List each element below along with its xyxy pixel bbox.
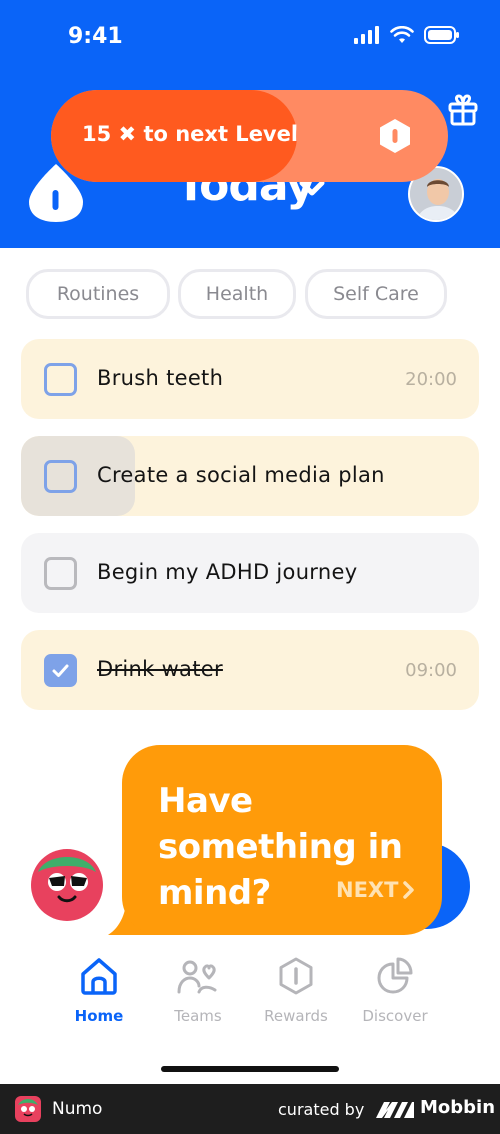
task-checkbox[interactable] [44,363,77,396]
task-item[interactable]: Begin my ADHD journey [21,533,479,613]
nav-teams[interactable]: Teams [150,956,246,1025]
task-label: Drink water [97,657,223,681]
task-time: 20:00 [405,369,457,390]
filter-chip-label: Self Care [333,283,419,305]
mascot-icon [31,849,103,921]
tooltip-next-label: NEXT [336,878,399,902]
tooltip-next-button[interactable]: NEXT [336,878,416,902]
filter-chip-label: Routines [56,283,140,305]
checkmark-icon [52,664,69,677]
task-label: Create a social media plan [97,463,385,487]
home-indicator [161,1066,339,1072]
teams-icon [177,960,217,994]
level-badge-icon [380,119,410,153]
nav-label: Rewards [264,1007,328,1025]
filter-chip-routines[interactable]: Routines [26,269,170,319]
battery-icon [424,26,459,44]
level-progress-bar[interactable]: 15 ✖ to next Level [51,90,448,182]
task-checkbox[interactable] [44,460,77,493]
discover-icon [377,957,413,994]
home-icon [81,958,117,995]
mobbin-logo-icon [376,1102,414,1118]
signal-icon [354,26,379,44]
task-item[interactable]: Brush teeth 20:00 [21,339,479,419]
nav-label: Home [74,1007,124,1025]
footer-bar: Numo curated by Mobbin [0,1084,500,1134]
app-icon [15,1096,41,1122]
nav-label: Discover [362,1007,428,1025]
status-icons [354,26,460,44]
status-time: 9:41 [68,24,123,49]
gift-icon[interactable] [446,92,480,126]
nav-discover[interactable]: Discover [347,956,443,1025]
header: 9:41 Today 15 ✖ to next Level [0,0,500,248]
footer-app-name: Numo [52,1099,103,1119]
footer-curated-label: curated by [278,1100,365,1119]
nav-rewards[interactable]: Rewards [248,956,344,1025]
rewards-icon [279,957,313,995]
chevron-right-icon [403,881,415,899]
filter-chip-self-care[interactable]: Self Care [305,269,447,319]
footer-brand: Mobbin [420,1097,496,1118]
level-progress-text: 15 ✖ to next Level [82,122,299,146]
wifi-icon [390,26,414,43]
task-item[interactable]: Drink water 09:00 [21,630,479,710]
task-item[interactable]: Create a social media plan [21,436,479,516]
chevron-down-icon[interactable] [299,180,325,198]
task-checkbox[interactable] [44,557,77,590]
task-label: Begin my ADHD journey [97,560,358,584]
nav-label: Teams [174,1007,222,1025]
filter-chip-label: Health [205,283,269,305]
task-time: 09:00 [405,660,457,681]
task-label: Brush teeth [97,366,224,390]
filter-chip-health[interactable]: Health [178,269,296,319]
nav-home[interactable]: Home [51,956,147,1025]
task-checkbox[interactable] [44,654,77,687]
